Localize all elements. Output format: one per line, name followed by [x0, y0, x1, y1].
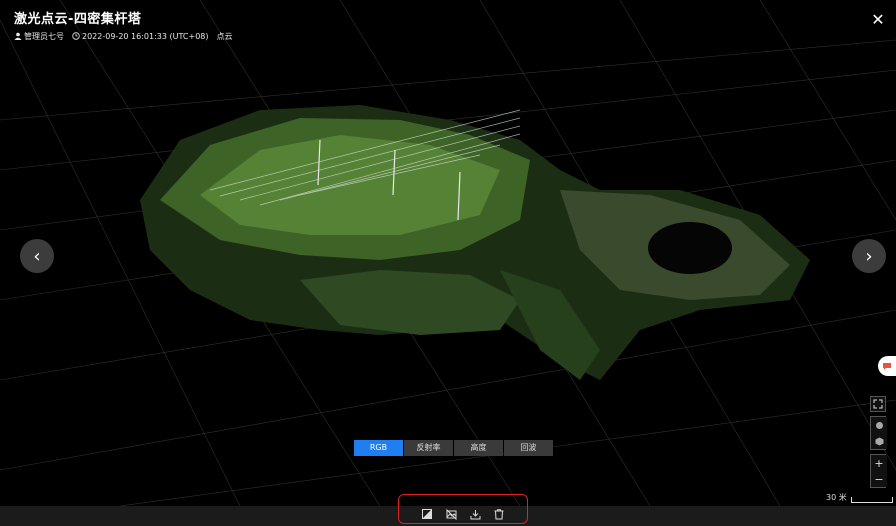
download-button[interactable] [469, 508, 481, 520]
timestamp-info: 2022-09-20 16:01:33 (UTC+08) [72, 32, 209, 41]
image-off-icon [445, 508, 457, 520]
view-side-icon [875, 437, 883, 445]
chevron-left-icon: ‹ [33, 245, 41, 267]
chat-icon [883, 362, 891, 370]
tab-height[interactable]: 高度 [454, 440, 503, 456]
clock-icon [72, 32, 80, 40]
close-button[interactable]: ✕ [870, 12, 886, 28]
minus-icon: − [874, 472, 884, 486]
meta-info: 管理员七号 2022-09-20 16:01:33 (UTC+08) 点云 [14, 31, 233, 42]
render-mode-tabs: RGB 反射率 高度 回波 [354, 440, 554, 456]
tab-reflectance[interactable]: 反射率 [404, 440, 453, 456]
fullscreen-icon [873, 399, 883, 409]
view-angle-group [870, 416, 887, 450]
compare-button[interactable] [421, 508, 433, 520]
download-icon [470, 509, 480, 519]
timestamp: 2022-09-20 16:01:33 (UTC+08) [82, 32, 209, 41]
zoom-group: + − [870, 454, 887, 488]
feedback-button[interactable] [878, 356, 896, 376]
view-top-icon [875, 421, 883, 429]
close-icon: ✕ [871, 10, 885, 29]
action-toolbar [398, 494, 528, 524]
scale-label: 30 米 [826, 493, 847, 502]
compare-icon [422, 509, 432, 519]
plus-icon: + [874, 456, 884, 470]
delete-button[interactable] [493, 508, 505, 520]
view-toolbar: + − [870, 396, 887, 488]
chevron-right-icon: › [865, 245, 873, 267]
delete-icon [494, 508, 504, 519]
operator-name: 管理员七号 [24, 32, 64, 41]
scale-bar: 30 米 [826, 492, 893, 503]
point-cloud-scene[interactable] [0, 0, 896, 506]
view-top-button[interactable] [871, 417, 887, 433]
data-type: 点云 [216, 32, 233, 41]
tab-echo[interactable]: 回波 [504, 440, 553, 456]
zoom-in-button[interactable]: + [871, 455, 887, 471]
view-side-button[interactable] [871, 433, 887, 449]
zoom-out-button[interactable]: − [871, 471, 887, 487]
user-icon [14, 32, 22, 40]
prev-button[interactable]: ‹ [20, 239, 54, 273]
tab-rgb[interactable]: RGB [354, 440, 403, 456]
fullscreen-button[interactable] [870, 396, 886, 412]
scale-ruler [850, 497, 893, 503]
hide-image-button[interactable] [445, 508, 457, 520]
operator-info: 管理员七号 [14, 31, 64, 42]
header: 激光点云-四密集杆塔 管理员七号 2022-09-20 16:01:33 (UT… [14, 8, 233, 42]
next-button[interactable]: › [852, 239, 886, 273]
point-cloud-viewer[interactable]: 激光点云-四密集杆塔 管理员七号 2022-09-20 16:01:33 (UT… [0, 0, 896, 506]
page-title: 激光点云-四密集杆塔 [14, 12, 142, 27]
